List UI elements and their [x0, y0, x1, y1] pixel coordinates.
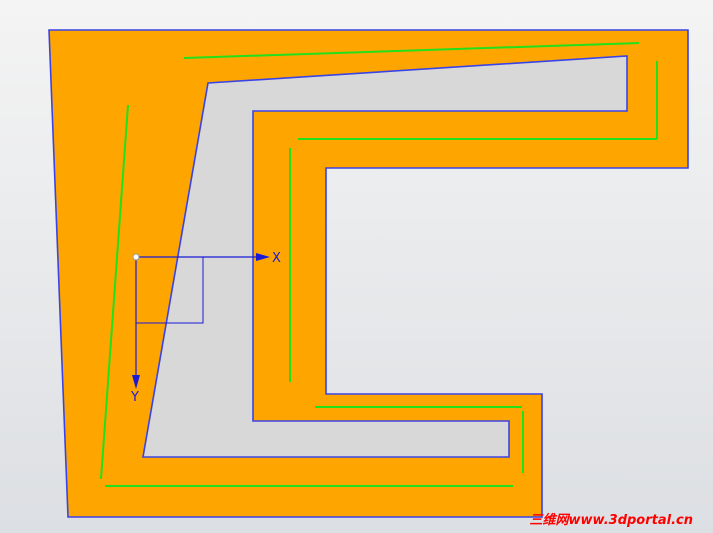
y-axis-label: Y	[130, 390, 139, 405]
cad-graphics-viewport[interactable]: X Y 三维网www.3dportal.cn	[0, 0, 713, 533]
watermark-text: 三维网www.3dportal.cn	[530, 512, 693, 528]
sketch-canvas[interactable]: X Y 三维网www.3dportal.cn	[0, 0, 713, 533]
x-axis-label: X	[272, 251, 281, 266]
origin-point[interactable]	[132, 253, 140, 261]
